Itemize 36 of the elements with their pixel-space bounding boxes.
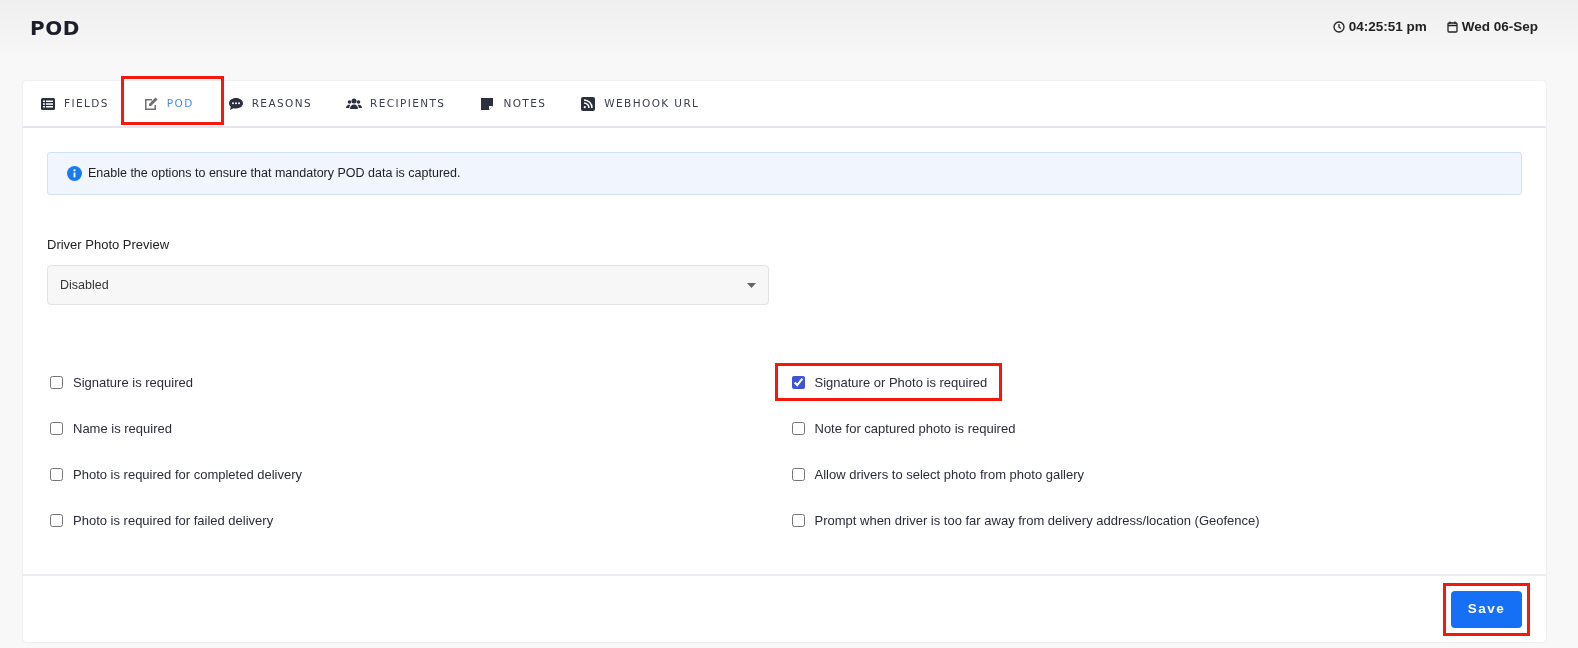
tab[interactable]: REASONS <box>227 81 329 126</box>
field-label: Driver Photo Preview <box>47 235 171 254</box>
info-icon <box>67 165 82 181</box>
date-text: Wed 06-Sep <box>1461 18 1538 36</box>
option-label: Allow drivers to select photo from photo gallery <box>814 465 1084 484</box>
save-button[interactable]: Save <box>1451 590 1522 628</box>
time-text: 04:25:51 pm <box>1348 18 1427 36</box>
tab[interactable]: RECIPIENTS <box>346 81 462 126</box>
option-label: Signature or Photo is required <box>814 373 988 392</box>
option-label: Name is required <box>73 419 172 438</box>
option-label: Signature is required <box>73 373 193 392</box>
clock-icon <box>1332 21 1345 34</box>
page-title: POD <box>30 15 80 42</box>
tab[interactable]: FIELDS <box>40 81 125 126</box>
select-dropdown[interactable]: Disabled <box>47 265 769 306</box>
checkbox[interactable] <box>791 513 805 527</box>
speech-bubble-icon <box>227 95 244 112</box>
caret-icon <box>746 282 756 288</box>
checkbox[interactable] <box>50 375 63 389</box>
checkbox[interactable] <box>791 467 805 481</box>
info-text: Enable the options to ensure that mandatory POD data is captured. <box>88 165 461 182</box>
checkbox[interactable] <box>791 421 805 435</box>
checkbox[interactable] <box>50 513 63 527</box>
checkbox[interactable] <box>50 421 63 435</box>
rss-icon <box>580 95 597 112</box>
sticky-note-icon <box>479 95 496 112</box>
option-label: Photo is required for failed delivery <box>73 511 274 530</box>
calendar-icon <box>1446 21 1458 34</box>
tab[interactable]: WEBHOOK URL <box>580 81 716 126</box>
checkbox[interactable] <box>791 375 805 389</box>
option-label: Prompt when driver is too far away from delivery address/location (Geofence) <box>814 511 1260 530</box>
option-label: Photo is required for completed delivery <box>73 465 303 484</box>
tab[interactable]: NOTES <box>479 81 563 126</box>
checkbox[interactable] <box>50 467 63 481</box>
option-label: Note for captured photo is required <box>814 419 1016 438</box>
list-icon <box>40 95 56 112</box>
